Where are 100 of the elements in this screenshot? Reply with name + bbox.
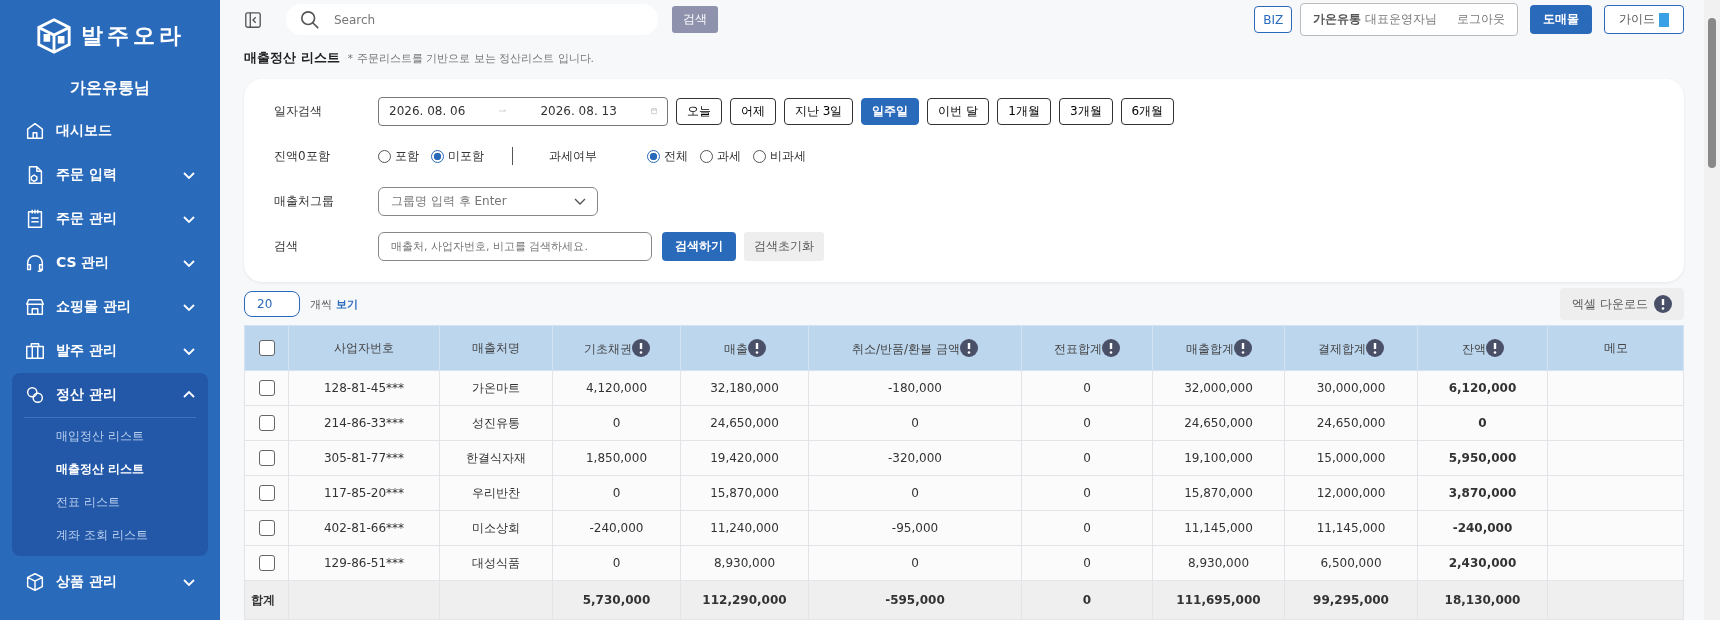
table-cell: 402-81-66*** [288, 510, 440, 546]
group-select[interactable]: 그룹명 입력 후 Enter [378, 186, 598, 216]
table-cell: 11,240,000 [680, 510, 809, 546]
page-size-field[interactable]: 20 [244, 291, 300, 317]
date-preset-button[interactable]: 지난 3일 [784, 97, 854, 125]
total-cell: 5,730,000 [552, 580, 681, 620]
table-cell: 미소상회 [439, 510, 553, 546]
table-cell: -95,000 [808, 510, 1022, 546]
excel-download-button[interactable]: 엑셀 다운로드 [1560, 288, 1684, 320]
table-cell: 32,180,000 [680, 370, 809, 406]
table-cell: 11,145,000 [1152, 510, 1285, 546]
headset-icon [24, 252, 46, 274]
arrow-icon [499, 107, 507, 115]
totals-label: 합계 [244, 580, 289, 620]
info-icon [747, 338, 766, 357]
table-cell: 6,120,000 [1417, 370, 1548, 406]
table-cell: 214-86-33*** [288, 405, 440, 441]
date-range-field[interactable]: 2026. 08. 06 2026. 08. 13 [378, 96, 668, 126]
user-name: 가온유통님 [69, 78, 151, 99]
nav-item[interactable]: 쇼핑몰 관리 [12, 285, 208, 329]
reset-button[interactable]: 검색초기화 [744, 231, 824, 261]
table-cell: 한결식자재 [439, 440, 553, 476]
nav-item[interactable]: CS 관리 [12, 241, 208, 285]
scrollbar[interactable] [1704, 0, 1720, 620]
table-cell: 19,100,000 [1152, 440, 1285, 476]
radio-option[interactable]: 포함 [378, 147, 419, 165]
total-cell: 112,290,000 [680, 580, 809, 620]
info-icon [1485, 338, 1504, 357]
select-all-checkbox[interactable] [258, 340, 275, 356]
date-preset-button[interactable]: 어제 [730, 97, 776, 125]
home-icon [24, 120, 46, 142]
chevron-down-icon [574, 197, 586, 206]
book-icon [1659, 12, 1669, 27]
row-checkbox[interactable] [258, 415, 275, 431]
nav-item[interactable]: 발주 관리 [12, 329, 208, 373]
table-cell: 15,870,000 [1152, 475, 1285, 511]
column-header: 사업자번호 [288, 325, 440, 371]
table-cell: 0 [552, 475, 681, 511]
submenu-item[interactable]: 전표 리스트 [12, 486, 208, 519]
column-header: 매출처명 [439, 325, 553, 371]
date-preset-button[interactable]: 1개월 [997, 97, 1051, 125]
table-cell: 8,930,000 [680, 545, 809, 581]
radio-button[interactable] [431, 149, 444, 163]
total-cell: 0 [1021, 580, 1153, 620]
table-cell: 4,120,000 [552, 370, 681, 406]
total-cell: -595,000 [808, 580, 1022, 620]
date-preset-button[interactable]: 3개월 [1058, 97, 1113, 125]
date-preset-button[interactable]: 6개월 [1120, 97, 1175, 125]
wholesale-button[interactable]: 도매몰 [1530, 5, 1592, 34]
radio-option[interactable]: 과세 [700, 147, 741, 165]
nav-item[interactable]: 주문 입력 [12, 153, 208, 197]
filter-label: 진액0포함 [274, 147, 331, 165]
search-field[interactable]: Search [286, 4, 658, 35]
table-cell: 305-81-77*** [288, 440, 440, 476]
radio-option[interactable]: 비과세 [753, 147, 806, 165]
logout-link[interactable]: 로그아웃 [1457, 11, 1505, 28]
table-cell: 30,000,000 [1284, 370, 1418, 406]
date-preset-button[interactable]: 이번 달 [927, 97, 990, 125]
row-checkbox[interactable] [258, 450, 275, 466]
radio-button[interactable] [647, 149, 660, 163]
biz-button[interactable]: BIZ [1254, 6, 1293, 33]
date-preset-button[interactable]: 일주일 [861, 97, 920, 125]
table-cell: 가온마트 [439, 370, 553, 406]
info-icon [1233, 338, 1252, 357]
nav-item[interactable]: 주문 관리 [12, 197, 208, 241]
page-title: 매출정산 리스트 [244, 49, 340, 67]
radio-option[interactable]: 미포함 [431, 147, 484, 165]
filter-label: 일자검색 [274, 102, 323, 120]
table-cell: -180,000 [808, 370, 1022, 406]
table-cell: 2,430,000 [1417, 545, 1548, 581]
guide-button[interactable]: 가이드 [1604, 5, 1684, 34]
table-cell: -240,000 [1417, 510, 1548, 546]
sidebar-toggle-icon[interactable] [244, 10, 262, 29]
submenu-item[interactable]: 계좌 조회 리스트 [12, 519, 208, 552]
row-checkbox[interactable] [258, 520, 275, 536]
filter-label: 과세여부 [549, 147, 598, 165]
keyword-field[interactable]: 매출처, 사업자번호, 비고를 검색하세요. [378, 231, 652, 261]
radio-option[interactable]: 전체 [647, 147, 688, 165]
table-cell: 0 [1021, 510, 1153, 546]
info-icon [1102, 338, 1120, 357]
table-cell: 24,650,000 [1152, 405, 1285, 441]
submenu-item[interactable]: 매출정산 리스트 [12, 453, 208, 486]
table-cell: 0 [1021, 545, 1153, 581]
nav-item[interactable]: 상품 관리 [12, 560, 208, 604]
submit-search-button[interactable]: 검색하기 [662, 231, 736, 261]
nav-item[interactable]: 정산 관리 [24, 373, 196, 418]
table-cell: 성진유통 [439, 405, 553, 441]
column-header: 메모 [1547, 325, 1684, 371]
search-icon [300, 10, 320, 30]
filter-label: 매출처그룹 [274, 192, 335, 210]
table-cell: 19,420,000 [680, 440, 809, 476]
table-cell: 129-86-51*** [288, 545, 440, 581]
date-preset-button[interactable]: 오늘 [676, 97, 722, 125]
row-checkbox[interactable] [258, 485, 275, 501]
row-checkbox[interactable] [258, 380, 275, 396]
table-cell: -240,000 [552, 510, 681, 546]
page-size-label: 개씩 보기 [310, 296, 358, 312]
submenu-item[interactable]: 매입정산 리스트 [12, 420, 208, 453]
nav-item[interactable]: 대시보드 [12, 109, 208, 153]
row-checkbox[interactable] [258, 555, 275, 571]
